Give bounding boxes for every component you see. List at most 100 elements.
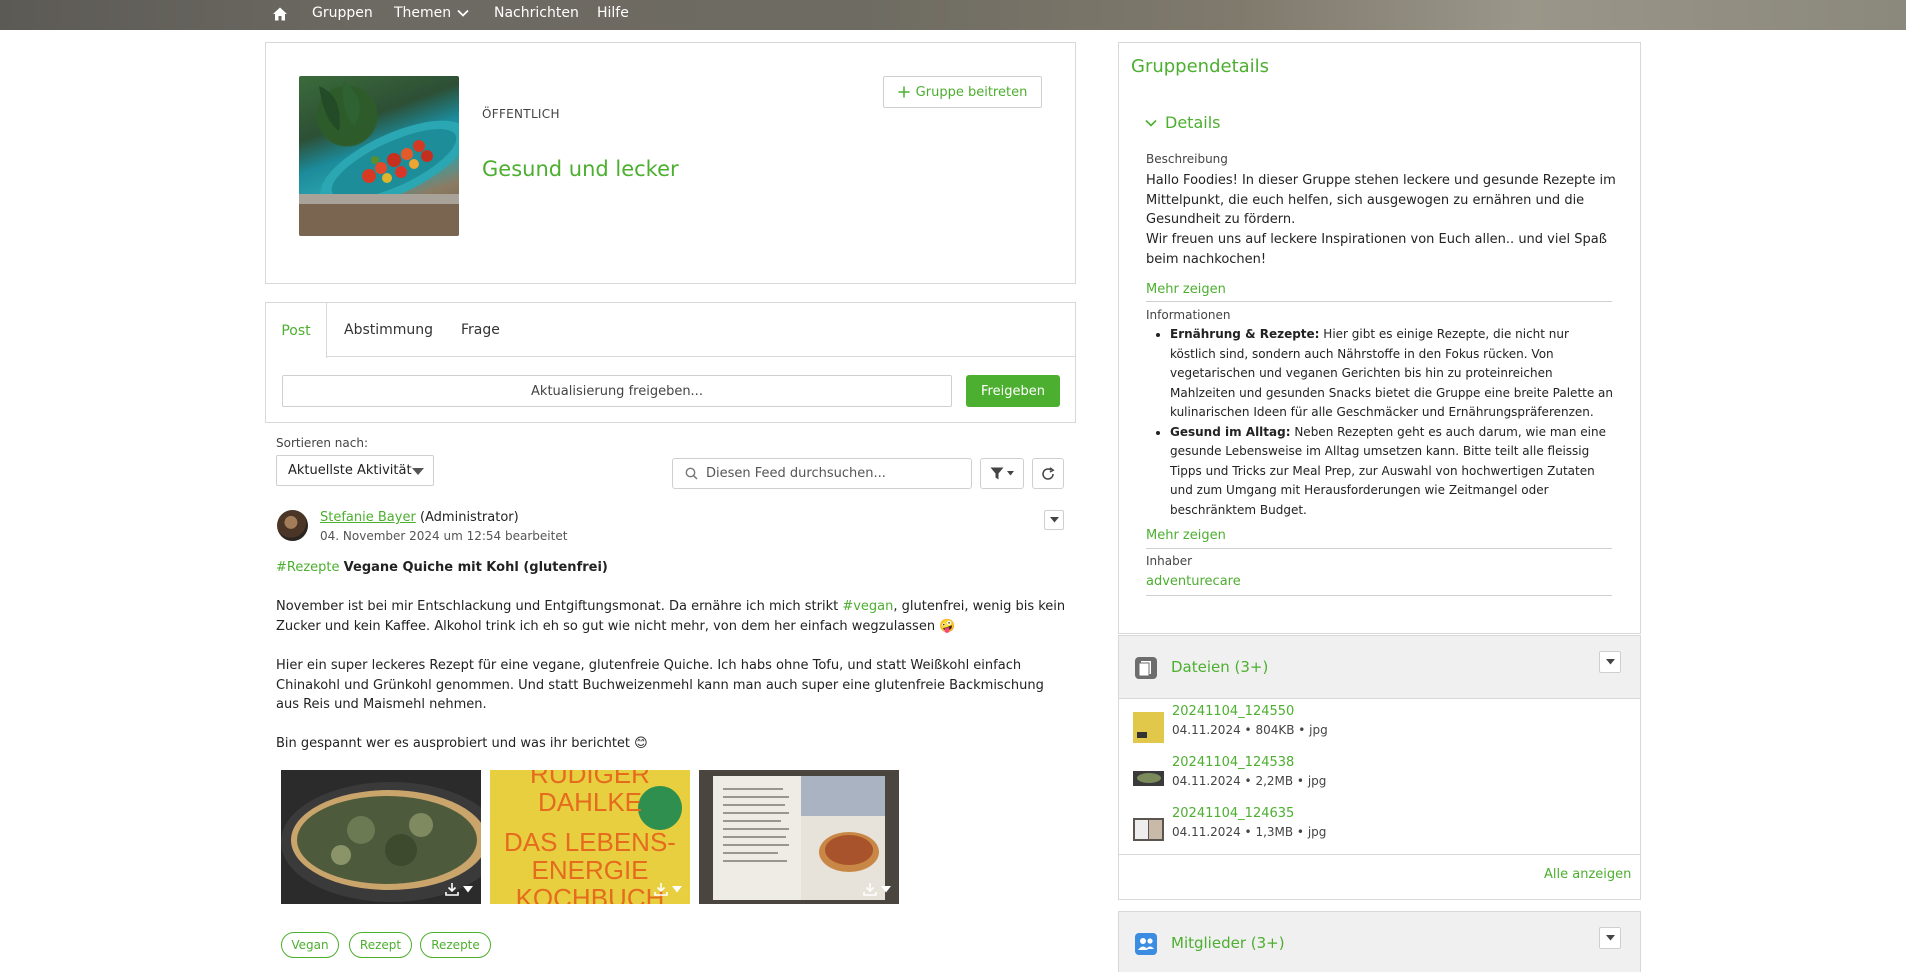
files-menu-button[interactable]: [1599, 651, 1621, 673]
information-item-title: Gesund im Alltag:: [1170, 424, 1291, 439]
nav-item-nachrichten[interactable]: Nachrichten: [494, 5, 579, 21]
members-icon: [1135, 933, 1157, 955]
feed-search-placeholder: Diesen Feed durchsuchen...: [706, 466, 886, 481]
caret-down-icon: [463, 885, 473, 892]
caret-down-icon: [672, 885, 682, 892]
download-icon: [863, 883, 877, 896]
topic-tag-rezepte[interactable]: Rezepte: [420, 932, 491, 958]
members-header: Mitglieder (3+): [1119, 912, 1640, 972]
details-section-label: Details: [1165, 113, 1221, 132]
post-paragraph-1: November ist bei mir Entschlackung und E…: [276, 597, 1066, 636]
group-cover-illustration: [299, 81, 459, 236]
home-icon[interactable]: [272, 6, 288, 22]
post-composer: Post Abstimmung Frage Aktualisierung fre…: [265, 302, 1076, 423]
files-icon: [1135, 657, 1157, 679]
description-label: Beschreibung: [1146, 152, 1228, 166]
description-text-1: Hallo Foodies! In dieser Gruppe stehen l…: [1146, 173, 1616, 227]
owner-link[interactable]: adventurecare: [1146, 574, 1241, 589]
download-icon: [445, 883, 459, 896]
post-actions-menu[interactable]: [1044, 510, 1064, 530]
file-type: jpg: [1307, 774, 1327, 788]
show-more-link[interactable]: Mehr zeigen: [1146, 528, 1226, 543]
cookbook-line: RÜDIGER: [530, 770, 650, 789]
top-navigation-bar: Gruppen Themen Nachrichten Hilfe: [0, 0, 1906, 30]
caret-down-icon: [1605, 935, 1615, 941]
information-item: Gesund im Alltag: Neben Rezepten geht es…: [1170, 423, 1616, 521]
author-avatar[interactable]: [277, 510, 308, 541]
post-image-cookbook[interactable]: RÜDIGER DAHLKE DAS LEBENS- ENERGIE KOCHB…: [490, 770, 690, 904]
author-link[interactable]: Stefanie Bayer: [320, 510, 416, 525]
caret-down-icon: [1605, 659, 1615, 665]
topic-tag-rezept[interactable]: Rezept: [349, 932, 412, 958]
refresh-button[interactable]: [1032, 458, 1064, 489]
share-update-input[interactable]: Aktualisierung freigeben...: [282, 375, 952, 407]
image-actions[interactable]: [445, 882, 473, 896]
hashtag-link[interactable]: #Rezepte: [276, 560, 340, 575]
caret-down-icon: [1049, 517, 1059, 523]
nav-item-themen-label: Themen: [394, 5, 452, 21]
information-item-title: Ernährung & Rezepte:: [1170, 327, 1320, 341]
nav-item-hilfe[interactable]: Hilfe: [597, 5, 629, 21]
chevron-down-icon: [457, 9, 469, 17]
sort-select-value: Aktuellste Aktivität: [288, 463, 412, 478]
files-card: Dateien (3+) 20241104_124550 04.11.2024 …: [1118, 635, 1641, 900]
cookbook-line: DAS LEBENS-: [504, 827, 676, 857]
divider: [1146, 301, 1612, 302]
divider: [1146, 595, 1612, 596]
cookbook-line: ENERGIE: [531, 855, 649, 885]
members-menu-button[interactable]: [1599, 927, 1621, 949]
plus-icon: [898, 86, 910, 98]
file-meta: 04.11.2024 • 2,2MB • jpg: [1172, 774, 1327, 788]
information-label: Informationen: [1146, 308, 1231, 322]
file-type: jpg: [1307, 825, 1327, 839]
description-text-2: Wir freuen uns auf leckere Inspirationen…: [1146, 232, 1607, 267]
post-paragraph-2: Hier ein super leckeres Rezept für eine …: [276, 658, 1044, 712]
show-all-files-link[interactable]: Alle anzeigen: [1544, 867, 1631, 882]
files-header: Dateien (3+): [1119, 636, 1640, 699]
cookbook-line: DAHLKE: [537, 787, 643, 817]
post-title-line: #Rezepte Vegane Quiche mit Kohl (glutenf…: [276, 558, 1066, 578]
topic-tag-vegan[interactable]: Vegan: [281, 932, 339, 958]
filter-button[interactable]: [980, 458, 1024, 489]
join-group-button[interactable]: Gruppe beitreten: [883, 76, 1042, 108]
file-meta: 04.11.2024 • 804KB • jpg: [1172, 723, 1328, 737]
file-size: 1,3MB: [1255, 825, 1294, 839]
file-name-link[interactable]: 20241104_124550: [1172, 704, 1294, 719]
group-title: Gesund und lecker: [482, 157, 679, 181]
caret-down-icon: [881, 885, 891, 892]
post-paragraph-3: Bin gespannt wer es ausprobiert und was …: [276, 736, 648, 751]
members-title: Mitglieder (3+): [1171, 934, 1285, 952]
file-thumbnail: [1133, 771, 1164, 786]
file-thumbnail: [1133, 818, 1164, 841]
divider: [1146, 548, 1612, 549]
information-item: Ernährung & Rezepte: Hier gibt es einige…: [1170, 325, 1616, 423]
divider: [1119, 854, 1640, 855]
post-author-line: Stefanie Bayer (Administrator): [320, 510, 519, 525]
tab-post[interactable]: Post: [266, 303, 327, 358]
show-more-link[interactable]: Mehr zeigen: [1146, 282, 1226, 297]
caret-down-icon: [1007, 471, 1014, 476]
post-image-quiche[interactable]: [281, 770, 481, 904]
post-image-recipe-page[interactable]: [699, 770, 899, 904]
post-text: November ist bei mir Entschlackung und E…: [276, 599, 843, 614]
share-button[interactable]: Freigeben: [966, 375, 1060, 407]
file-meta: 04.11.2024 • 1,3MB • jpg: [1172, 825, 1327, 839]
details-section-toggle[interactable]: Details: [1145, 113, 1220, 132]
nav-item-themen[interactable]: Themen: [394, 5, 469, 21]
nav-item-gruppen[interactable]: Gruppen: [312, 5, 373, 21]
sort-select[interactable]: Aktuellste Aktivität: [276, 455, 434, 486]
group-visibility: ÖFFENTLICH: [482, 107, 560, 121]
image-actions[interactable]: [863, 882, 891, 896]
image-actions[interactable]: [654, 882, 682, 896]
tab-abstimmung[interactable]: Abstimmung: [344, 303, 433, 357]
hashtag-link[interactable]: #vegan: [842, 599, 893, 614]
tab-frage[interactable]: Frage: [461, 303, 500, 357]
filter-icon: [990, 467, 1004, 480]
information-list: Ernährung & Rezepte: Hier gibt es einige…: [1146, 325, 1616, 520]
file-name-link[interactable]: 20241104_124538: [1172, 755, 1294, 770]
refresh-icon: [1042, 466, 1055, 480]
group-cover-image: [299, 76, 459, 236]
join-group-label: Gruppe beitreten: [915, 84, 1028, 100]
file-name-link[interactable]: 20241104_124635: [1172, 806, 1294, 821]
feed-search-input[interactable]: Diesen Feed durchsuchen...: [672, 458, 972, 489]
